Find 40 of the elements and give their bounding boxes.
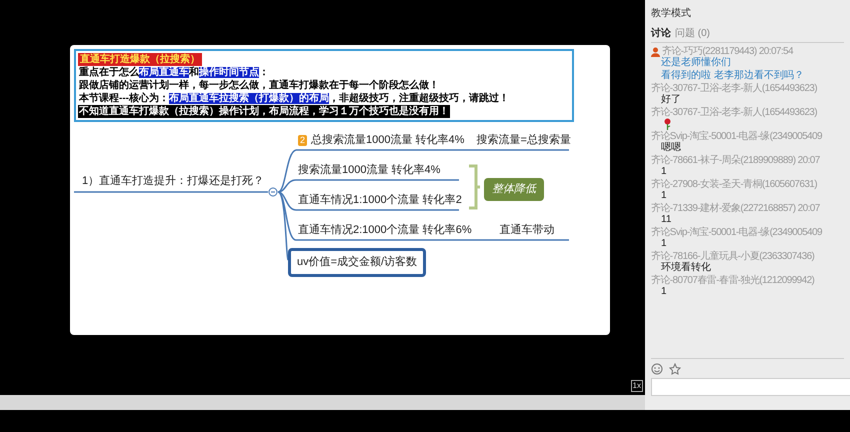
bracket-icon	[468, 164, 480, 210]
message-sender: 齐论-27908-女装-圣天-青桐(1605607631)	[651, 179, 818, 190]
message-text: 好了	[661, 94, 682, 106]
branch-note: 直通车带动	[500, 224, 555, 237]
message-text: 1	[661, 238, 668, 250]
mode-label: 教学模式	[651, 8, 692, 20]
group-label: 整体降低	[484, 178, 544, 200]
message-text: 嗯嗯	[661, 142, 682, 154]
branch-note: 搜索流量=总搜索量	[476, 134, 571, 147]
message-sender: 齐论-78166-儿童玩具-小夏(2363307436)	[651, 251, 814, 262]
chat-input-field[interactable]	[651, 378, 850, 396]
message-text: 1	[661, 286, 668, 298]
branch-topic: 直通车情况2:1000个流量 转化率6%	[298, 224, 472, 237]
slide-title: 直通车打造爆款（拉搜索）	[78, 53, 202, 66]
emoji-icon[interactable]	[651, 363, 663, 375]
message-sender: 齐论-80707春雷-春雷-独光(1212099942)	[651, 275, 814, 286]
slide-text-line: 跟做店铺的运营计划一样，每一步怎么做，直通车打爆款在于每一个阶段怎么做！	[78, 79, 440, 92]
message-sender: 齐论-巧巧(2281179443) 20:07:54	[662, 46, 793, 57]
message-sender: 齐论Svip-淘宝-50001-电器-缘(2349005409	[651, 227, 822, 238]
user-icon	[651, 46, 660, 56]
message-sender: 齐论-30767-卫浴-老李-新人(1654493623)	[651, 83, 818, 94]
message-text: 11	[661, 214, 672, 226]
message-text: 1	[661, 166, 668, 178]
message-sender: 齐论-30767-卫浴-老李-新人(1654493623)	[651, 107, 818, 118]
branch-topic: 搜索流量1000流量 转化率4%	[298, 164, 440, 177]
playback-speed-button[interactable]: 1x	[630, 380, 643, 392]
message-text: 看得到的啦 老李那边看不到吗？	[661, 70, 805, 82]
message-sender: 齐论-71339-建材-爱象(2272168857) 20:07	[651, 203, 820, 214]
chat-tab[interactable]: 讨论	[651, 28, 671, 40]
branch-topic: 总搜索流量1000流量 转化率4%	[311, 134, 464, 147]
priority-badge: 2	[298, 135, 308, 146]
message-text: 还是老师懂你们	[661, 57, 732, 69]
message-text: 1	[661, 190, 668, 202]
message-text: 环境看转化	[661, 262, 712, 274]
collapse-icon	[268, 187, 278, 197]
root-topic: 1）直通车打造提升：打爆还是打死？	[82, 174, 264, 189]
branch-topic: 直通车情况1:1000个流量 转化率2	[298, 194, 462, 207]
message-sender: 齐论Svip-淘宝-50001-电器-缘(2349005409	[651, 131, 822, 142]
message-sender: 齐论-78661-袜子-周朵(2189909889) 20:07	[651, 155, 820, 166]
boxed-topic: uv价值=成交金额/访客数	[288, 248, 426, 276]
